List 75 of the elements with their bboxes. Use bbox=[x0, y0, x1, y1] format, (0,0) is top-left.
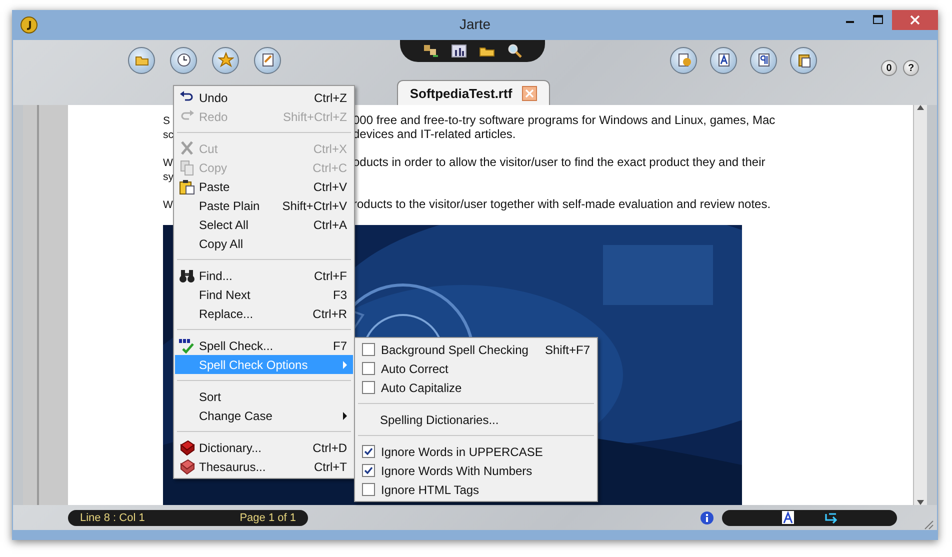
resize-grip-icon[interactable] bbox=[924, 520, 934, 530]
tab-label: SoftpediaTest.rtf bbox=[410, 86, 512, 100]
scrollbar[interactable] bbox=[913, 105, 927, 505]
menu-item[interactable]: Copy All bbox=[175, 234, 353, 253]
submenu-arrow-icon bbox=[343, 412, 347, 420]
menu-item[interactable]: Replace... Ctrl+R bbox=[175, 304, 353, 323]
star-button[interactable] bbox=[212, 46, 239, 74]
paste-icon bbox=[179, 178, 195, 194]
font-button[interactable] bbox=[710, 46, 737, 74]
book-icon bbox=[179, 458, 195, 474]
menu-item[interactable]: Paste Plain Shift+Ctrl+V bbox=[175, 196, 353, 215]
menu-item[interactable]: Sort bbox=[175, 387, 353, 406]
menu-item[interactable]: Undo Ctrl+Z bbox=[175, 88, 353, 107]
menu-item[interactable]: Ignore HTML Tags bbox=[356, 480, 596, 499]
font-icon[interactable] bbox=[782, 511, 794, 524]
document-text: sc bbox=[163, 129, 174, 141]
note-button[interactable] bbox=[254, 46, 281, 74]
paragraph-icon bbox=[756, 52, 772, 68]
app-icon[interactable] bbox=[20, 16, 38, 34]
page-count: Page 1 of 1 bbox=[240, 512, 296, 524]
document-text: S bbox=[163, 115, 170, 127]
document-text: sy bbox=[163, 171, 174, 183]
tab-close-icon[interactable] bbox=[522, 86, 538, 100]
menu-item[interactable]: Background Spell Checking Shift+F7 bbox=[356, 340, 596, 359]
menu-item[interactable]: Dictionary... Ctrl+D bbox=[175, 438, 353, 457]
menu-item[interactable]: Find Next F3 bbox=[175, 285, 353, 304]
menu-item[interactable]: Paste Ctrl+V bbox=[175, 177, 353, 196]
export-icon bbox=[676, 52, 692, 68]
submenu-arrow-icon bbox=[343, 360, 347, 368]
font-icon bbox=[716, 52, 732, 68]
chart-icon[interactable] bbox=[450, 43, 466, 59]
menu-item[interactable]: Spelling Dictionaries... bbox=[356, 410, 596, 429]
clipboard-button[interactable] bbox=[790, 46, 817, 74]
menu-item[interactable]: Spell Check... F7 bbox=[175, 336, 353, 355]
menu-item[interactable]: Ignore Words With Numbers bbox=[356, 461, 596, 480]
binoculars-icon bbox=[179, 268, 195, 284]
close-button[interactable] bbox=[892, 10, 938, 30]
spellcheck-icon bbox=[179, 338, 195, 354]
menu-item[interactable]: Find... Ctrl+F bbox=[175, 266, 353, 285]
menu-item[interactable]: Auto Correct bbox=[356, 359, 596, 378]
info-icon[interactable] bbox=[700, 510, 714, 524]
checkbox[interactable] bbox=[362, 464, 375, 477]
menu-item[interactable]: Select All Ctrl+A bbox=[175, 215, 353, 234]
folder-button[interactable] bbox=[128, 46, 155, 74]
checkbox[interactable] bbox=[362, 343, 375, 356]
cursor-position: Line 8 : Col 1 bbox=[80, 512, 145, 524]
counter-button[interactable]: 0 bbox=[881, 60, 897, 76]
checkbox[interactable] bbox=[362, 445, 375, 458]
export-button[interactable] bbox=[670, 46, 697, 74]
clock-button[interactable] bbox=[170, 46, 197, 74]
document-text: W bbox=[163, 199, 173, 211]
blocks-icon[interactable] bbox=[422, 43, 438, 59]
maximize-icon bbox=[873, 15, 883, 25]
note-icon bbox=[260, 52, 276, 68]
menu-item[interactable]: Auto Capitalize bbox=[356, 378, 596, 397]
menu-item[interactable]: Change Case bbox=[175, 406, 353, 425]
clock-icon bbox=[176, 52, 192, 68]
document-tab[interactable]: SoftpediaTest.rtf bbox=[397, 80, 550, 105]
wrap-icon[interactable] bbox=[824, 512, 838, 524]
menu-item[interactable]: Ignore Words in UPPERCASE bbox=[356, 442, 596, 461]
checkbox[interactable] bbox=[362, 362, 375, 375]
clipboard-icon bbox=[796, 52, 812, 68]
book-icon bbox=[179, 440, 195, 456]
copy-icon bbox=[179, 160, 195, 176]
paragraph-button[interactable] bbox=[750, 46, 777, 74]
search-icon[interactable] bbox=[506, 43, 522, 59]
help-button[interactable]: ? bbox=[903, 60, 919, 76]
window-title: Jarte bbox=[458, 16, 492, 32]
star-icon bbox=[218, 52, 234, 68]
close-icon bbox=[910, 15, 920, 25]
checkbox[interactable] bbox=[362, 483, 375, 496]
checkbox[interactable] bbox=[362, 381, 375, 394]
menu-item[interactable]: Thesaurus... Ctrl+T bbox=[175, 457, 353, 476]
document-text: W bbox=[163, 157, 173, 169]
scissors-icon bbox=[179, 140, 195, 156]
